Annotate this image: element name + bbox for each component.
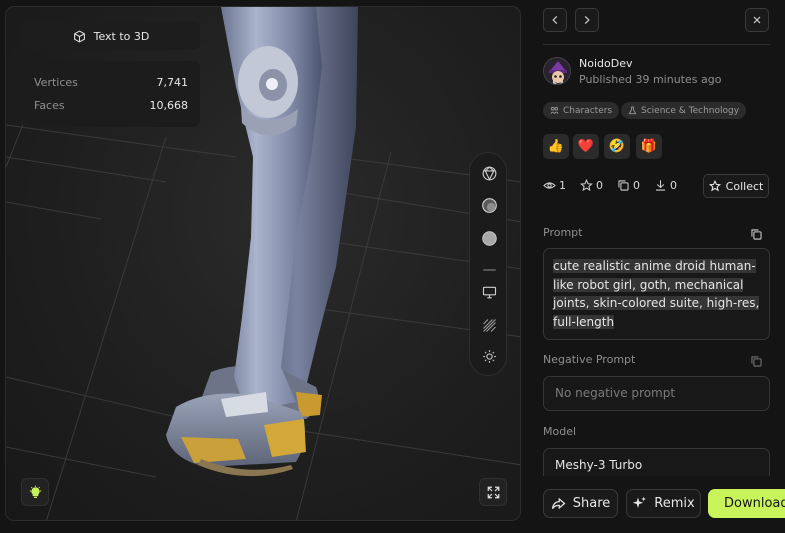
people-icon <box>550 106 559 114</box>
stat-row-vertices: Vertices 7,741 <box>34 71 188 94</box>
tag-characters[interactable]: Characters <box>543 102 620 119</box>
stat-value: 7,741 <box>156 76 189 89</box>
download-label: Download <box>724 496 785 511</box>
publish-time: Published 39 minutes ago <box>579 73 722 86</box>
copy-icon <box>618 180 629 191</box>
sparkle-icon <box>633 496 647 508</box>
environment-light-button[interactable] <box>21 478 49 506</box>
generation-type-label: Text to 3D <box>93 29 150 43</box>
collect-button[interactable]: Collect <box>703 174 769 198</box>
monitor-icon <box>482 286 496 298</box>
close-button[interactable] <box>745 8 769 32</box>
copy-prompt-button[interactable] <box>750 226 763 245</box>
chevron-right-icon <box>584 15 590 25</box>
prompt-text[interactable]: cute realistic anime droid human- like r… <box>553 257 761 331</box>
likes-count[interactable]: 0 <box>580 179 603 192</box>
tag-science-technology[interactable]: Science & Technology <box>621 102 747 119</box>
author-name[interactable]: NoidoDev <box>579 57 632 70</box>
prompt-line: full-length <box>553 314 615 329</box>
reaction-gift[interactable]: 🎁 <box>636 134 662 159</box>
prompt-line: joints, skin-colored suite, high-res, <box>553 296 760 311</box>
app-root: Text to 3D Vertices 7,741 Faces 10,668 N… <box>0 0 785 533</box>
sun-icon <box>482 349 496 363</box>
downloads-count: 0 <box>654 179 677 192</box>
header-divider <box>543 44 770 45</box>
copy-icon <box>751 356 762 367</box>
stat-value: 10,668 <box>149 99 189 112</box>
stat-label: Faces <box>34 99 65 112</box>
shaded-sphere-icon <box>481 197 497 213</box>
wireframe-sphere-icon <box>482 166 496 180</box>
chevron-left-icon <box>552 15 558 25</box>
fullscreen-button[interactable] <box>479 478 507 506</box>
solid-mode-button[interactable] <box>479 228 499 248</box>
copy-negative-prompt-button[interactable] <box>750 353 763 372</box>
toolbar-divider <box>479 260 499 280</box>
generation-type-badge: Text to 3D <box>22 22 200 50</box>
previous-button[interactable] <box>543 8 567 32</box>
negative-prompt-placeholder: No negative prompt <box>555 386 676 400</box>
model-value: Meshy-3 Turbo <box>555 458 643 472</box>
model-label: Model <box>543 425 577 438</box>
copies-count: 0 <box>617 179 640 192</box>
reaction-heart[interactable]: ❤️ <box>573 134 599 159</box>
remix-button[interactable]: Remix <box>626 489 701 518</box>
wireframe-mode-button[interactable] <box>479 163 499 183</box>
cube-icon <box>73 29 85 43</box>
background-toggle-button[interactable] <box>479 282 499 302</box>
lightbulb-icon <box>29 485 41 498</box>
prompt-label: Prompt <box>543 226 583 239</box>
star-icon <box>580 179 593 192</box>
star-icon <box>708 180 721 192</box>
tag-label: Science & Technology <box>641 105 740 116</box>
copy-icon <box>751 229 762 240</box>
mesh-stats-panel: Vertices 7,741 Faces 10,668 <box>22 61 200 127</box>
prompt-line: cute realistic anime droid human- <box>553 259 756 273</box>
download-icon <box>655 180 666 191</box>
likes-value: 0 <box>596 179 603 192</box>
stat-row-faces: Faces 10,668 <box>34 94 188 117</box>
negative-prompt-label: Negative Prompt <box>543 353 636 366</box>
tag-label: Characters <box>563 105 613 116</box>
close-icon <box>753 16 761 24</box>
share-button[interactable]: Share <box>543 489 618 518</box>
collect-label: Collect <box>725 179 764 193</box>
share-icon <box>551 497 566 510</box>
reaction-thumbs-up[interactable]: 👍 <box>543 134 569 159</box>
wizard-avatar-icon <box>544 58 570 84</box>
reaction-laughing[interactable]: 🤣 <box>604 134 630 159</box>
views-value: 1 <box>559 179 566 192</box>
solid-sphere-icon <box>481 230 497 246</box>
lighting-button[interactable] <box>479 346 499 366</box>
prompt-line: like robot girl, goth, mechanical <box>553 277 744 292</box>
hatch-icon <box>482 318 496 332</box>
stat-label: Vertices <box>34 76 78 89</box>
expand-icon <box>487 486 499 498</box>
author-avatar[interactable] <box>543 57 571 85</box>
texture-toggle-button[interactable] <box>479 315 499 335</box>
views-count: 1 <box>543 179 566 192</box>
shaded-mode-button[interactable] <box>479 195 499 215</box>
downloads-value: 0 <box>670 179 677 192</box>
flask-icon <box>628 106 637 115</box>
next-button[interactable] <box>575 8 599 32</box>
download-button[interactable]: Download <box>708 489 785 518</box>
eye-icon <box>543 182 556 189</box>
copies-value: 0 <box>633 179 640 192</box>
viewer-toolbar <box>469 152 507 376</box>
share-label: Share <box>572 496 611 511</box>
model-viewer[interactable]: Text to 3D Vertices 7,741 Faces 10,668 <box>5 6 521 521</box>
knee-joint <box>238 46 298 136</box>
remix-label: Remix <box>654 496 695 511</box>
